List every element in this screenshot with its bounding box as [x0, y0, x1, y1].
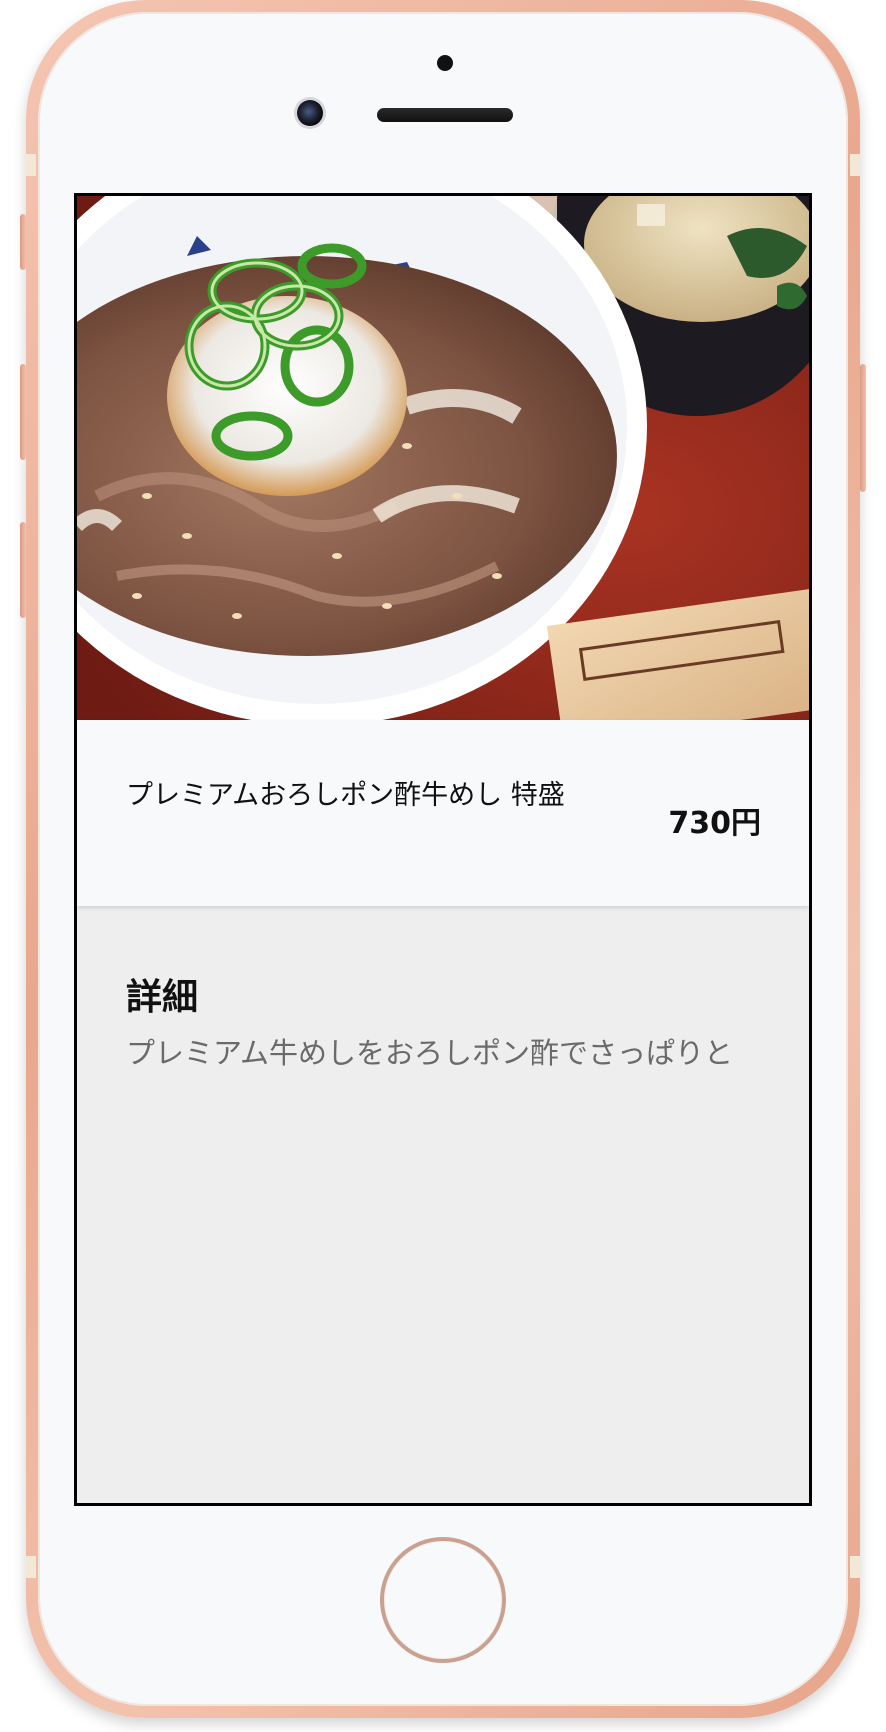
food-illustration	[77, 196, 809, 720]
antenna-band	[26, 1556, 36, 1578]
app-screen: プレミアムおろしポン酢牛めし 特盛 730円 詳細 プレミアム牛めしをおろしポン…	[74, 193, 812, 1506]
volume-down-button	[20, 522, 26, 618]
mute-switch	[20, 214, 26, 270]
earpiece-speaker-icon	[377, 108, 513, 122]
antenna-band	[850, 154, 860, 176]
menu-item-card[interactable]: プレミアムおろしポン酢牛めし 特盛 730円	[77, 720, 809, 906]
menu-item-price: 730円	[668, 806, 761, 841]
volume-up-button	[20, 364, 26, 460]
details-description: プレミアム牛めしをおろしポン酢でさっぱりと	[126, 1036, 733, 1070]
home-button-icon[interactable]	[380, 1537, 506, 1663]
menu-item-photo	[77, 196, 809, 720]
details-heading: 詳細	[126, 977, 199, 1018]
menu-item-name: プレミアムおろしポン酢牛めし 特盛	[126, 780, 565, 811]
antenna-band	[26, 154, 36, 176]
antenna-band	[850, 1556, 860, 1578]
power-button	[860, 364, 866, 492]
front-camera-icon	[297, 100, 323, 126]
proximity-sensor-icon	[437, 55, 453, 71]
